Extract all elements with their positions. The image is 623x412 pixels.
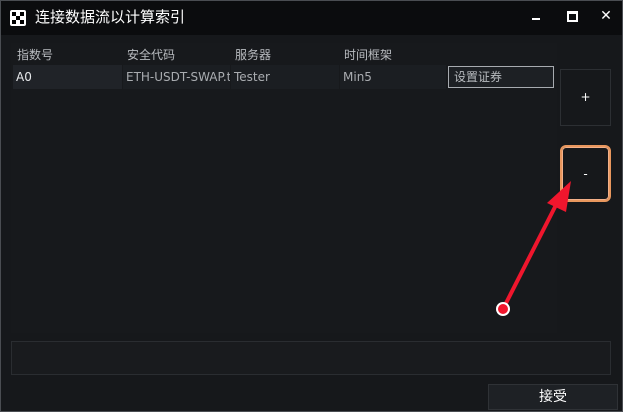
cell-security-code[interactable]: ETH-USDT-SWAP.t (123, 65, 230, 89)
maximize-icon (567, 11, 578, 22)
cell-index[interactable]: A0 (13, 65, 122, 89)
close-button[interactable]: ✕ (591, 3, 621, 31)
status-field (11, 341, 611, 375)
close-icon: ✕ (600, 8, 612, 24)
dialog-window: 连接数据流以计算索引 ✕ 指数号 安全代码 服务器 时间框架 A0 ETH-US… (0, 0, 623, 412)
add-row-button[interactable]: + (560, 69, 611, 126)
securities-table: 指数号 安全代码 服务器 时间框架 A0 ETH-USDT-SWAP.t Tes… (11, 43, 557, 333)
cell-timeframe[interactable]: Min5 (340, 65, 446, 89)
header-server: 服务器 (235, 48, 272, 62)
set-security-button[interactable]: 设置证券 (448, 66, 554, 88)
remove-row-button[interactable]: - (560, 145, 611, 202)
header-index: 指数号 (17, 48, 54, 62)
header-timeframe: 时间框架 (344, 48, 393, 62)
table-header: 指数号 安全代码 服务器 时间框架 (11, 43, 557, 65)
header-security-code: 安全代码 (127, 48, 176, 62)
accept-button[interactable]: 接受 (488, 384, 618, 410)
cell-server[interactable]: Tester (231, 65, 339, 89)
app-logo-icon (10, 10, 26, 26)
minimize-icon (532, 18, 540, 20)
maximize-button[interactable] (557, 3, 587, 31)
minimize-button[interactable] (521, 3, 551, 31)
window-title: 连接数据流以计算索引 (35, 8, 186, 26)
title-bar[interactable]: 连接数据流以计算索引 ✕ (1, 1, 622, 35)
